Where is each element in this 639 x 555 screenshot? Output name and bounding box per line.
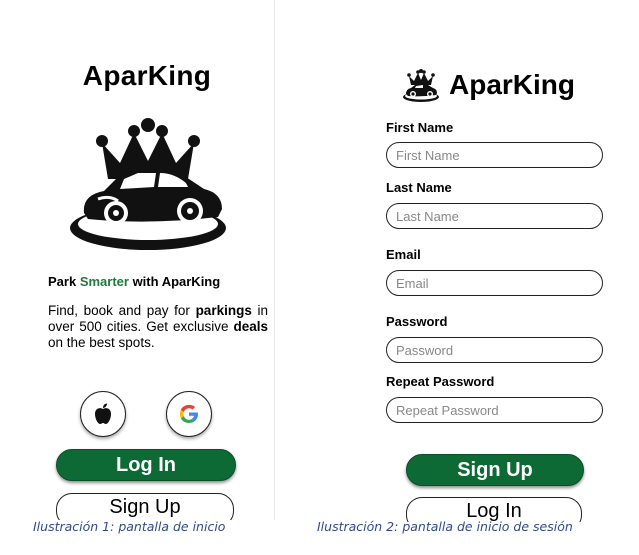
crown-car-logo [58, 95, 238, 265]
first-name-input[interactable]: First Name [386, 142, 603, 168]
signup-screen: AparKing First Name First Name Last Name… [366, 0, 621, 522]
signup-button[interactable]: Sign Up [56, 493, 234, 520]
apple-login-button[interactable] [80, 391, 126, 437]
caption-figure-1: Ilustración 1: pantalla de inicio [33, 519, 226, 534]
desc-bold-deals: deals [233, 319, 268, 334]
tagline: Park Smarter with AparKing [48, 274, 220, 289]
password-label: Password [386, 314, 448, 329]
repeat-password-input[interactable]: Repeat Password [386, 397, 603, 423]
apple-icon [95, 403, 111, 424]
email-label: Email [386, 247, 421, 262]
brand-header: AparKing [401, 66, 575, 104]
google-icon [180, 404, 198, 423]
google-login-button[interactable] [166, 391, 212, 437]
tagline-accent: Smarter [79, 274, 129, 289]
last-name-label: Last Name [386, 180, 452, 195]
crown-car-logo-small [403, 69, 439, 102]
caption-figure-2: Ilustración 2: pantalla de inicio de ses… [317, 519, 573, 534]
password-input[interactable]: Password [386, 337, 603, 363]
app-title: AparKing [449, 69, 575, 100]
last-name-input[interactable]: Last Name [386, 203, 603, 229]
desc-text-3: on the best spots. [48, 335, 155, 350]
email-input[interactable]: Email [386, 270, 603, 296]
first-name-label: First Name [386, 120, 454, 135]
signup-button[interactable]: Sign Up [406, 454, 584, 486]
login-button[interactable]: Log In [56, 449, 236, 481]
home-screen: AparKing Park Smarter with AparKing Find… [22, 0, 272, 520]
screen-divider [274, 0, 275, 520]
description: Find, book and pay for parkings in over … [48, 303, 268, 351]
desc-text-1: Find, book and pay for [48, 303, 196, 318]
repeat-password-label: Repeat Password [386, 374, 495, 389]
desc-bold-parkings: parkings [195, 303, 252, 318]
tagline-end: with AparKing [128, 274, 221, 289]
app-title: AparKing [82, 60, 212, 91]
tagline-start: Park [48, 274, 80, 289]
